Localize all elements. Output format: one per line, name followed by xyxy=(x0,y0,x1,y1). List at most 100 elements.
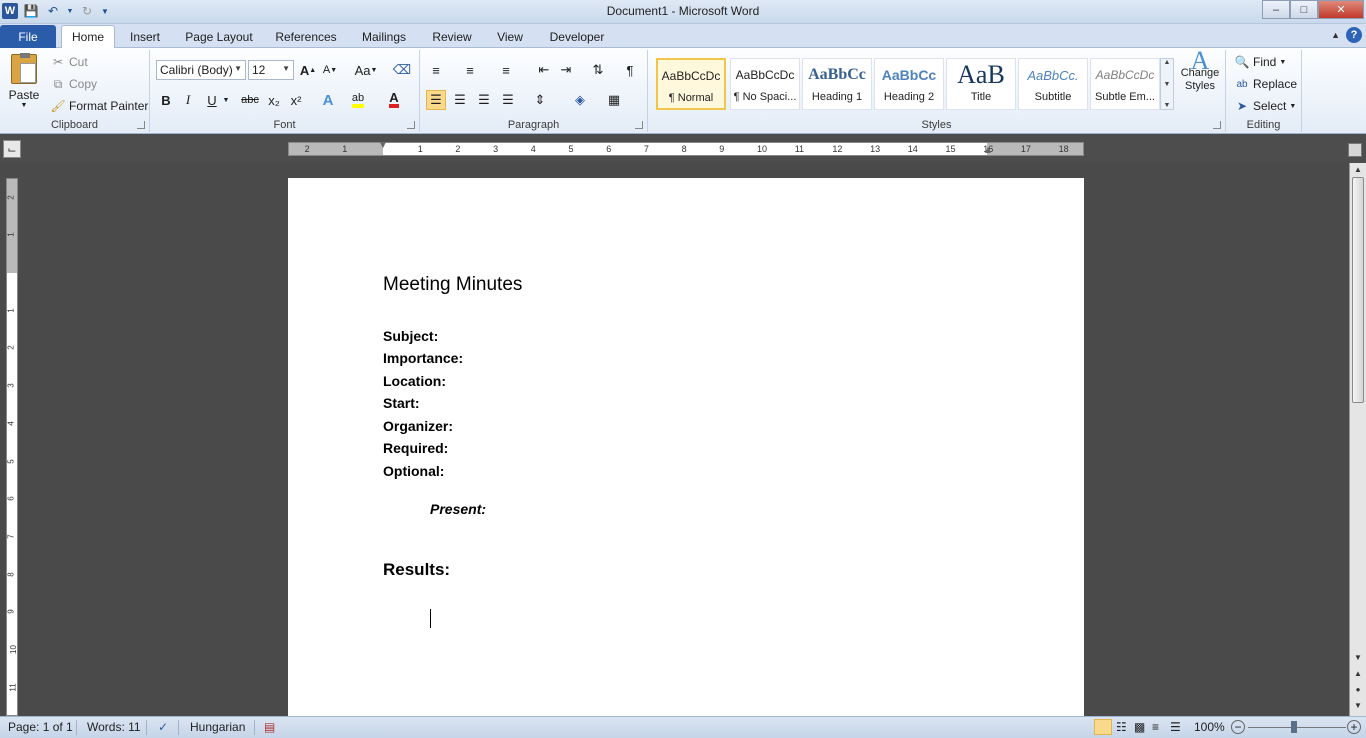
view-ruler-toggle[interactable] xyxy=(1348,143,1362,157)
document-page[interactable]: Meeting Minutes Subject: Importance: Loc… xyxy=(288,178,1084,738)
tab-developer[interactable]: Developer xyxy=(542,25,612,48)
highlight-button[interactable]: ab xyxy=(348,90,368,110)
cut-button[interactable]: ✂ Cut xyxy=(50,54,88,70)
draft-view-icon[interactable]: ☰ xyxy=(1170,720,1181,734)
field-start[interactable]: Start: xyxy=(383,395,420,411)
present-label[interactable]: Present: xyxy=(430,501,486,517)
justify-button[interactable]: ☰ xyxy=(498,90,518,110)
maximize-button[interactable]: □ xyxy=(1290,0,1318,19)
style-no-spacing[interactable]: AaBbCcDc ¶ No Spaci... xyxy=(730,58,800,110)
show-marks-button[interactable]: ¶ xyxy=(620,60,640,80)
copy-button[interactable]: ⧉ Copy xyxy=(50,76,97,92)
increase-indent-button[interactable]: ⇥ xyxy=(556,60,576,80)
horizontal-ruler[interactable]: 2 1 1 2 3 4 5 6 7 8 9 10 11 12 13 14 15 16 17 18 ▼ ▲ xyxy=(288,140,1084,156)
shrink-font-button[interactable]: A ▼ xyxy=(320,60,340,80)
chevron-down-icon[interactable]: ▼ xyxy=(1164,81,1171,88)
vertical-scrollbar[interactable]: ▲ ▼ ▲ ● ▼ xyxy=(1349,163,1366,716)
zoom-slider[interactable] xyxy=(1248,727,1346,728)
next-page-icon[interactable]: ▼ xyxy=(1352,699,1364,711)
change-styles-button[interactable]: A Change Styles xyxy=(1176,48,1224,93)
print-layout-view-icon[interactable] xyxy=(1094,719,1112,735)
align-center-button[interactable]: ☰ xyxy=(450,90,470,110)
tab-mailings[interactable]: Mailings xyxy=(354,25,414,48)
outline-view-icon[interactable]: ≡ xyxy=(1152,720,1159,734)
field-location[interactable]: Location: xyxy=(383,373,446,389)
zoom-in-button[interactable]: + xyxy=(1347,720,1361,734)
paragraph-launcher-icon[interactable] xyxy=(635,121,643,129)
font-name-select[interactable]: Calibri (Body) ▼ xyxy=(156,60,246,80)
field-importance[interactable]: Importance: xyxy=(383,350,463,366)
multilevel-list-button[interactable]: ≡ xyxy=(496,60,516,80)
word-count[interactable]: Words: 11 xyxy=(87,720,141,734)
scroll-down-icon[interactable]: ▼ xyxy=(1352,651,1364,663)
tab-view[interactable]: View xyxy=(490,25,530,48)
styles-launcher-icon[interactable] xyxy=(1213,121,1221,129)
field-required[interactable]: Required: xyxy=(383,440,448,456)
browse-object-icon[interactable]: ● xyxy=(1352,683,1364,695)
page-count[interactable]: Page: 1 of 1 xyxy=(8,720,73,734)
web-layout-icon[interactable]: ▩ xyxy=(1134,720,1145,734)
bold-button[interactable]: B xyxy=(156,90,176,110)
vertical-ruler[interactable]: 2 1 1 2 3 4 5 6 7 8 9 10 11 xyxy=(6,178,18,716)
full-screen-reading-icon[interactable]: ☷ xyxy=(1116,720,1127,734)
more-icon[interactable]: ▼ xyxy=(1164,102,1171,109)
sort-button[interactable]: ⇅ xyxy=(588,60,608,80)
field-subject[interactable]: Subject: xyxy=(383,328,438,344)
zoom-level[interactable]: 100% xyxy=(1194,720,1225,734)
style-normal[interactable]: AaBbCcDc ¶ Normal xyxy=(656,58,726,110)
minimize-ribbon-icon[interactable]: ▲ xyxy=(1331,30,1340,40)
zoom-out-button[interactable]: − xyxy=(1231,720,1245,734)
italic-button[interactable]: I xyxy=(178,90,198,110)
borders-button[interactable]: ▦ xyxy=(604,90,624,110)
tab-selector[interactable]: ⌙ xyxy=(3,140,21,158)
document-title[interactable]: Meeting Minutes xyxy=(383,274,522,296)
style-title[interactable]: AaB Title xyxy=(946,58,1016,110)
change-case-button[interactable]: Aa ▼ xyxy=(352,60,380,80)
replace-button[interactable]: ab Replace xyxy=(1234,76,1297,92)
tab-references[interactable]: References xyxy=(270,25,342,48)
right-indent-marker-icon[interactable]: ▲ xyxy=(983,145,993,156)
macro-recording-icon[interactable]: ▤ xyxy=(264,720,275,734)
zoom-slider-knob[interactable] xyxy=(1291,721,1297,733)
chevron-up-icon[interactable]: ▲ xyxy=(1164,59,1171,66)
scrollbar-thumb[interactable] xyxy=(1352,177,1364,403)
bullets-button[interactable]: ≡ xyxy=(426,60,446,80)
grow-font-button[interactable]: A ▲ xyxy=(298,60,318,80)
style-subtitle[interactable]: AaBbCc. Subtitle xyxy=(1018,58,1088,110)
proofing-icon[interactable]: ✓ xyxy=(158,720,168,734)
font-launcher-icon[interactable] xyxy=(407,121,415,129)
tab-page-layout[interactable]: Page Layout xyxy=(180,25,258,48)
select-button[interactable]: ➤ Select ▼ xyxy=(1234,98,1296,114)
tab-insert[interactable]: Insert xyxy=(122,25,168,48)
strikethrough-button[interactable]: abc xyxy=(238,90,262,110)
indent-marker-icon[interactable]: ▼ xyxy=(378,140,388,151)
previous-page-icon[interactable]: ▲ xyxy=(1352,667,1364,679)
shading-button[interactable]: ◈ xyxy=(570,90,590,110)
font-size-select[interactable]: 12 ▼ xyxy=(248,60,294,80)
style-subtle-emphasis[interactable]: AaBbCcDc Subtle Em... xyxy=(1090,58,1160,110)
style-heading-1[interactable]: AaBbCc Heading 1 xyxy=(802,58,872,110)
results-heading[interactable]: Results: xyxy=(383,560,450,580)
styles-gallery-scroll[interactable]: ▲ ▼ ▼ xyxy=(1160,58,1174,110)
format-painter-button[interactable]: 🖌 Format Painter xyxy=(50,98,148,114)
text-effects-button[interactable]: A xyxy=(318,90,338,110)
subscript-button[interactable]: x₂ xyxy=(264,90,284,110)
find-button[interactable]: 🔍 Find ▼ xyxy=(1234,54,1287,70)
minimize-button[interactable]: – xyxy=(1262,0,1290,19)
numbering-button[interactable]: ≡ xyxy=(460,60,480,80)
align-left-button[interactable]: ☰ xyxy=(426,90,446,110)
tab-review[interactable]: Review xyxy=(426,25,478,48)
field-optional[interactable]: Optional: xyxy=(383,463,444,479)
clipboard-launcher-icon[interactable] xyxy=(137,121,145,129)
align-right-button[interactable]: ☰ xyxy=(474,90,494,110)
scroll-up-icon[interactable]: ▲ xyxy=(1352,163,1364,175)
underline-dropdown-icon[interactable]: ▼ xyxy=(222,90,230,110)
paste-button[interactable]: Paste ▼ xyxy=(6,53,42,116)
clear-formatting-button[interactable]: ⌫ xyxy=(392,60,412,80)
underline-button[interactable]: U xyxy=(202,90,222,110)
decrease-indent-button[interactable]: ⇤ xyxy=(534,60,554,80)
font-color-button[interactable]: A xyxy=(384,90,404,110)
superscript-button[interactable]: x² xyxy=(286,90,306,110)
tab-file[interactable]: File xyxy=(0,25,56,48)
field-organizer[interactable]: Organizer: xyxy=(383,418,453,434)
